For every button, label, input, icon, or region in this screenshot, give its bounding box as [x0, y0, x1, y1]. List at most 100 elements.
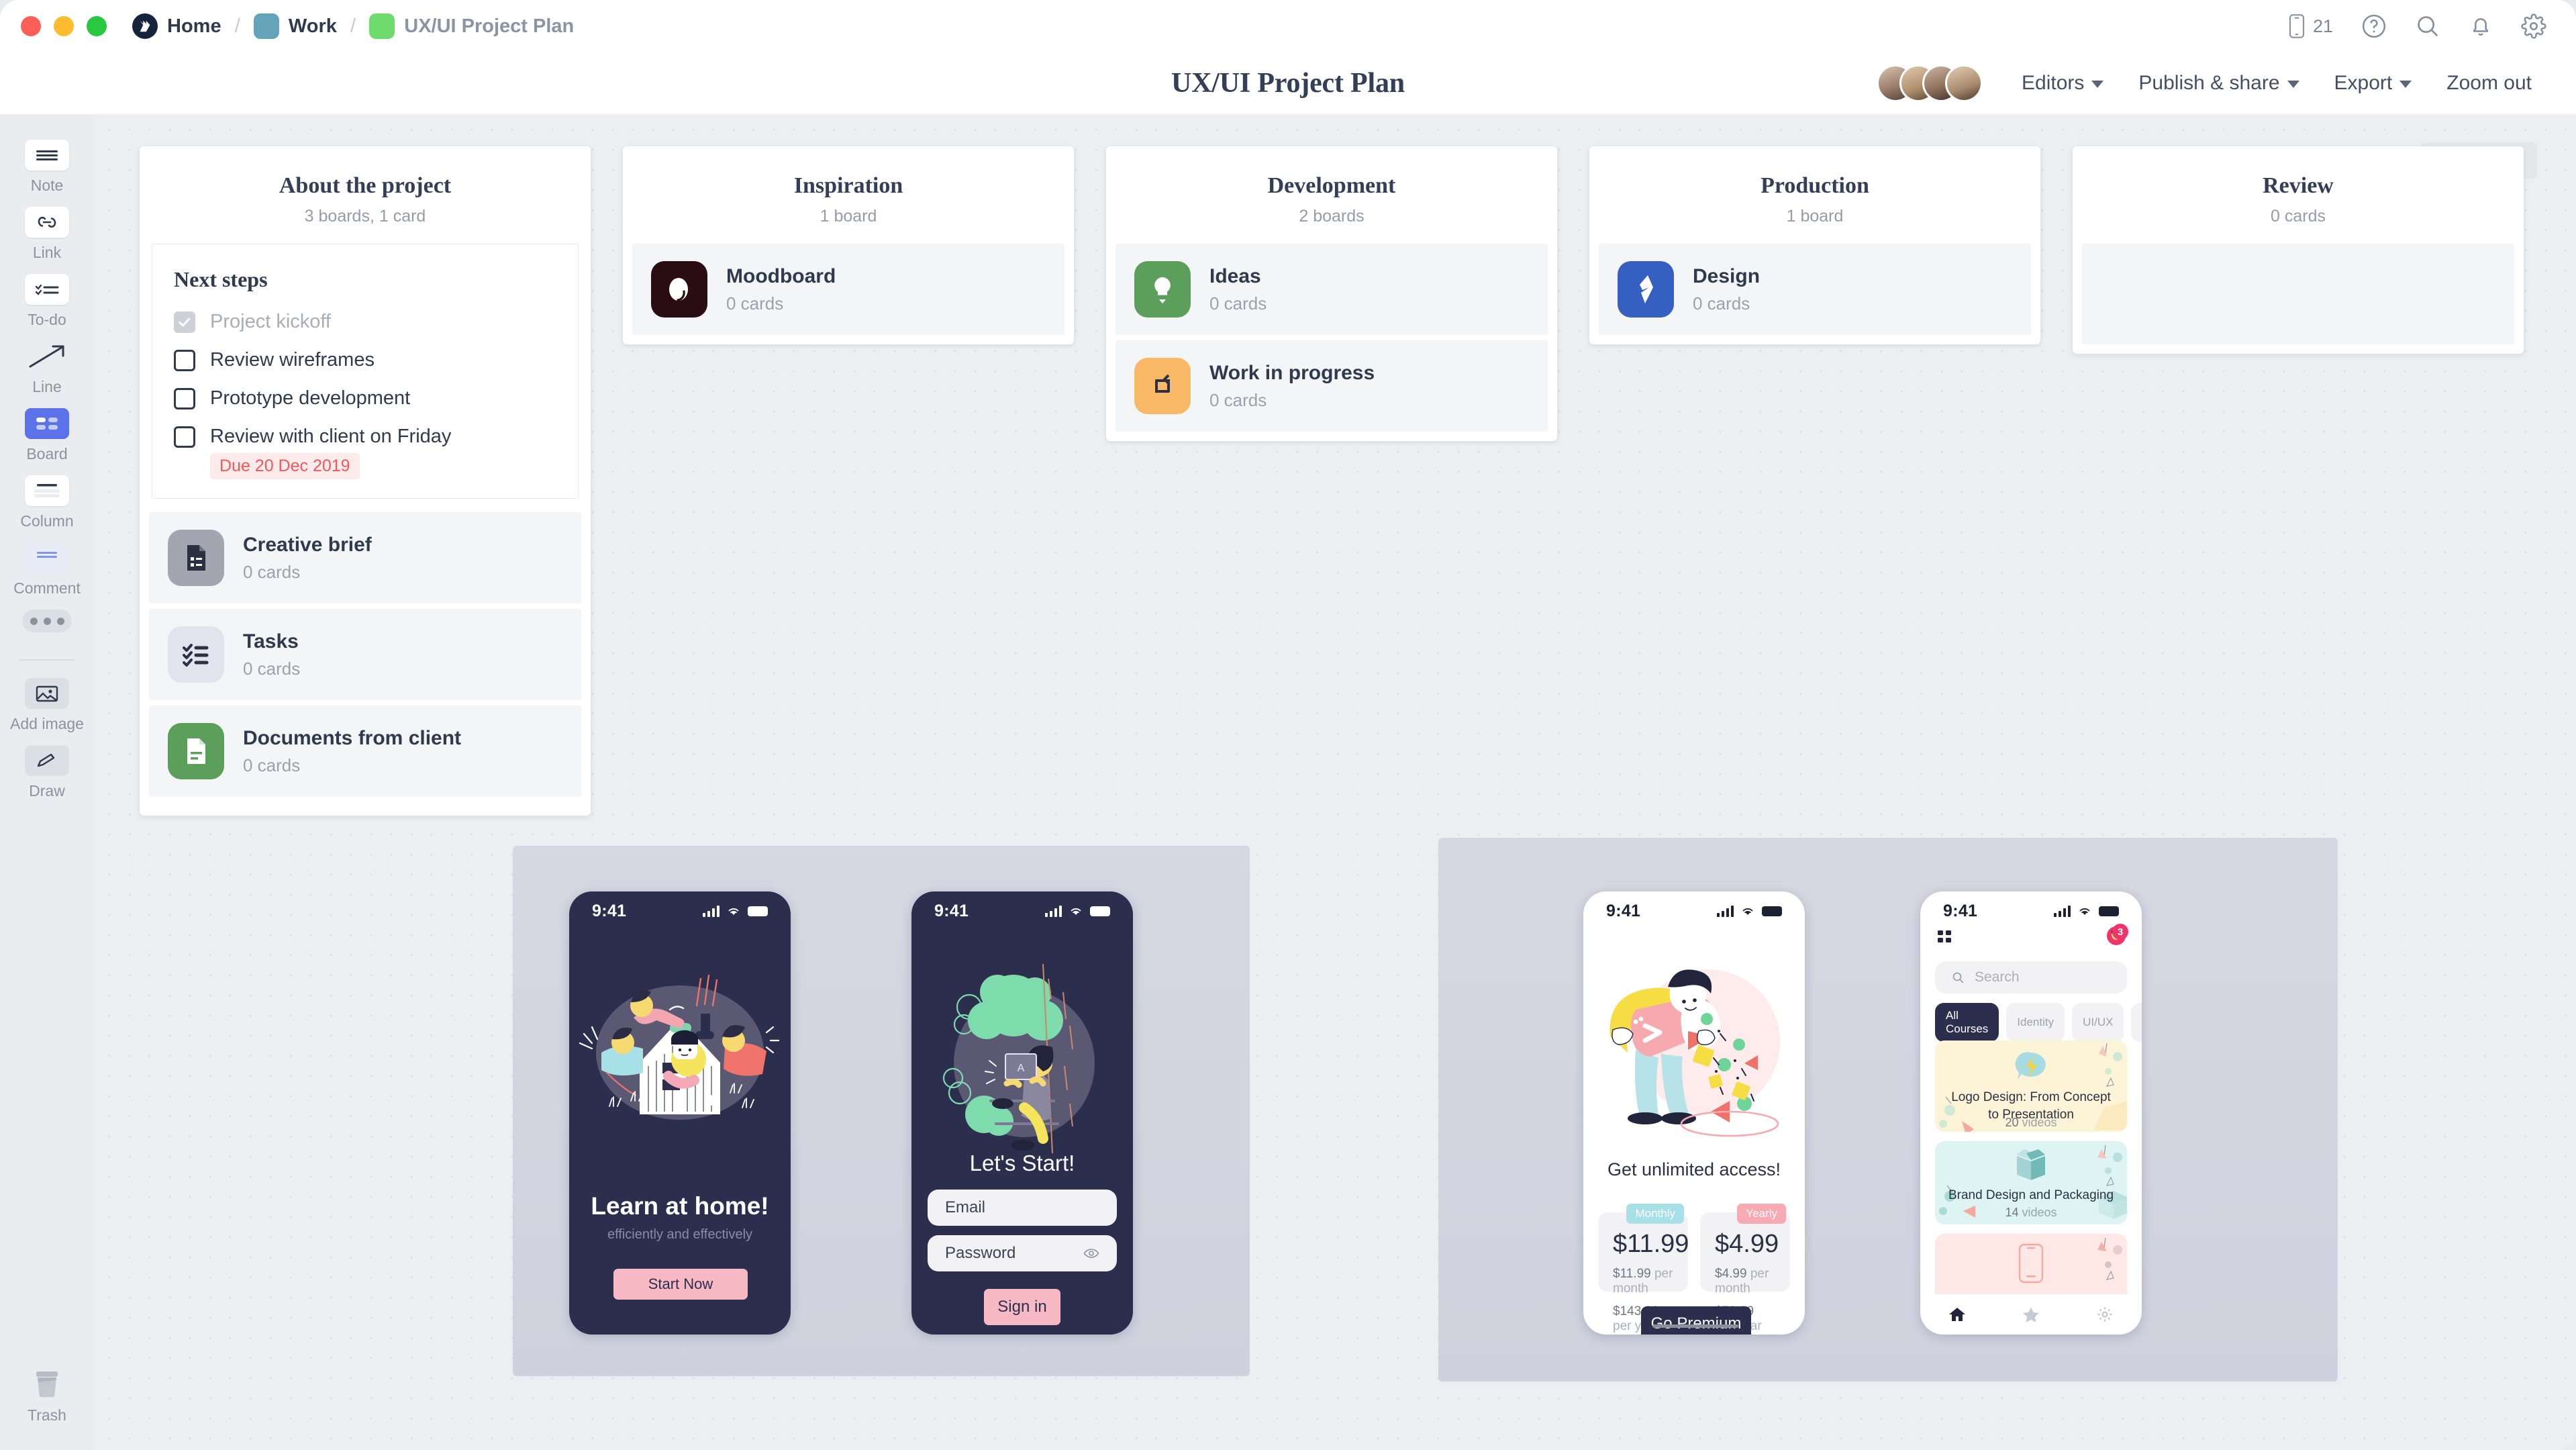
board-column-development[interactable]: Development 2 boards Ideas 0 cards Work … [1106, 146, 1557, 441]
tool-link[interactable]: Link [0, 207, 94, 262]
plan-card-yearly[interactable]: Yearly $4.99 $4.99 per month $59.99 per … [1700, 1204, 1790, 1333]
email-field[interactable]: Email [928, 1190, 1117, 1226]
checkbox-icon[interactable] [174, 387, 195, 409]
settings-icon[interactable] [2521, 13, 2546, 39]
illustration-megaphone [1609, 969, 1780, 1137]
go-premium-button[interactable]: Go Premium [1641, 1306, 1751, 1335]
chip-identity[interactable]: Identity [2006, 1003, 2065, 1042]
todo-icon [25, 274, 69, 305]
breadcrumb-item-project[interactable]: UX/UI Project Plan [369, 13, 574, 39]
tool-column[interactable]: Column [0, 475, 94, 530]
breadcrumb: Home / Work / UX/UI Project Plan [132, 13, 574, 39]
search-input[interactable]: Search [1935, 961, 2127, 994]
export-menu[interactable]: Export [2317, 72, 2430, 95]
editor-avatars[interactable] [1877, 64, 1983, 102]
board-tile-creative-brief[interactable]: Creative brief 0 cards [149, 512, 581, 603]
board-tile-work-in-progress[interactable]: Work in progress 0 cards [1116, 340, 1548, 432]
password-field[interactable]: Password [928, 1235, 1117, 1271]
wifi-icon [728, 908, 739, 915]
tool-comment[interactable]: Comment [0, 542, 94, 597]
board-tile-documents[interactable]: Documents from client 0 cards [149, 706, 581, 797]
board-canvas[interactable]: 0 Unsorted About the project 3 boards, 1… [94, 114, 2576, 1450]
tile-name: Creative brief [243, 533, 372, 556]
tile-cards-count: 0 cards [243, 561, 301, 582]
board-tile-design[interactable]: Design 0 cards [1599, 244, 2031, 335]
tool-draw-label: Draw [29, 782, 65, 800]
box-icon [2017, 1149, 2045, 1180]
editors-menu[interactable]: Editors [2004, 72, 2121, 95]
avatar [1945, 64, 1983, 102]
phone-status-bar: 9:41 [911, 891, 1133, 930]
tool-trash[interactable]: Trash [0, 1369, 94, 1424]
tile-name: Documents from client [243, 726, 462, 749]
course-card-logo-design[interactable]: Logo Design: From Concept to Presentatio… [1935, 1041, 2127, 1132]
about-project-card[interactable]: About the project 3 boards, 1 card Next … [140, 146, 591, 816]
breadcrumb-item-home[interactable]: Home [132, 13, 221, 39]
board-subtitle: 0 cards [2271, 207, 2326, 226]
board-tile-moodboard[interactable]: Moodboard 0 cards [632, 244, 1064, 335]
sign-in-button[interactable]: Sign in [984, 1289, 1060, 1325]
battery-icon [748, 906, 768, 916]
todo-item[interactable]: Prototype development [174, 387, 556, 409]
mockup-group-left[interactable]: 9:41 Learn at home! efficiently and effe… [513, 846, 1250, 1376]
mockup-title: Get unlimited access! [1607, 1159, 1781, 1179]
board-column-review[interactable]: Review 0 cards [2073, 146, 2524, 354]
tool-add-image[interactable]: Add image [0, 678, 94, 733]
zoom-out-button[interactable]: Zoom out [2429, 72, 2549, 95]
mockup-subtitle: efficiently and effectively [607, 1227, 753, 1242]
gear-icon[interactable] [2096, 1306, 2114, 1323]
checkbox-checked-icon[interactable] [174, 311, 195, 333]
mockup-title: Learn at home! [591, 1192, 769, 1220]
tool-draw[interactable]: Draw [0, 745, 94, 800]
tool-line[interactable]: Line [0, 341, 94, 396]
publish-share-menu[interactable]: Publish & share [2121, 72, 2316, 95]
board-empty-dropzone[interactable] [2082, 244, 2514, 344]
search-icon[interactable] [2415, 13, 2440, 39]
tool-more[interactable] [0, 610, 94, 632]
maximize-window-button[interactable] [87, 16, 107, 36]
work-badge-icon [253, 13, 279, 39]
course-card-brand-design[interactable]: Brand Design and Packaging 14 videos [1935, 1141, 2127, 1224]
board-tile-ideas[interactable]: Ideas 0 cards [1116, 244, 1548, 335]
start-now-button[interactable]: Start Now [613, 1269, 748, 1300]
todo-item[interactable]: Review wireframes [174, 349, 556, 371]
tools-sidebar: Note Link To-do Line Board Column Commen… [0, 114, 94, 1450]
mockup-group-right[interactable]: 9:41 Get unlimited access! Monthly $11.9… [1438, 838, 2338, 1382]
mockup-signin-screen[interactable]: 9:41 A Let's Start! Email Password Sign … [911, 891, 1133, 1335]
plan-tag-yearly: Yearly [1737, 1204, 1786, 1224]
todo-item[interactable]: Project kickoff [174, 311, 556, 333]
chip-all-courses[interactable]: All Courses [1935, 1003, 1999, 1042]
signal-icon [1045, 905, 1062, 917]
board-column-inspiration[interactable]: Inspiration 1 board Moodboard 0 cards [623, 146, 1074, 344]
close-window-button[interactable] [21, 16, 41, 36]
tool-board[interactable]: Board [0, 408, 94, 463]
breadcrumb-separator-2: / [350, 15, 356, 37]
star-icon[interactable] [2022, 1306, 2040, 1323]
todo-item[interactable]: Review with client on Friday [174, 426, 556, 448]
home-icon[interactable] [1948, 1306, 1966, 1322]
board-tile-tasks[interactable]: Tasks 0 cards [149, 609, 581, 700]
help-icon[interactable] [2361, 13, 2387, 39]
breadcrumb-separator-1: / [234, 15, 240, 37]
mockup-premium-screen[interactable]: 9:41 Get unlimited access! Monthly $11.9… [1583, 891, 1805, 1335]
mobile-devices-button[interactable]: 21 [2287, 13, 2333, 39]
tool-todo-label: To-do [28, 311, 66, 328]
home-indicator [1652, 1324, 1738, 1328]
tool-note[interactable]: Note [0, 140, 94, 195]
checkbox-icon[interactable] [174, 349, 195, 371]
about-card-title: About the project [279, 173, 452, 198]
tool-todo[interactable]: To-do [0, 274, 94, 329]
breadcrumb-item-work[interactable]: Work [253, 13, 337, 39]
checkbox-icon[interactable] [174, 426, 195, 448]
minimize-window-button[interactable] [54, 16, 74, 36]
notifications-icon[interactable] [2469, 13, 2493, 39]
mockup-onboarding-screen[interactable]: 9:41 Learn at home! efficiently and effe… [569, 891, 791, 1335]
plan-card-monthly[interactable]: Monthly $11.99 $11.99 per month $143.99 … [1598, 1204, 1689, 1333]
chip-branding[interactable]: Branding [2131, 1003, 2142, 1042]
mockup-courses-screen[interactable]: 9:41 Search All Courses Identity UI/UX L… [1920, 891, 2142, 1335]
next-steps-card[interactable]: Next steps Project kickoff Review wirefr… [152, 244, 579, 499]
chip-uiux[interactable]: UI/UX [2072, 1003, 2124, 1042]
phone-outline-icon [2018, 1243, 2044, 1284]
board-column-production[interactable]: Production 1 board Design 0 cards [1589, 146, 2040, 344]
grid-menu-icon[interactable] [1938, 930, 1952, 944]
